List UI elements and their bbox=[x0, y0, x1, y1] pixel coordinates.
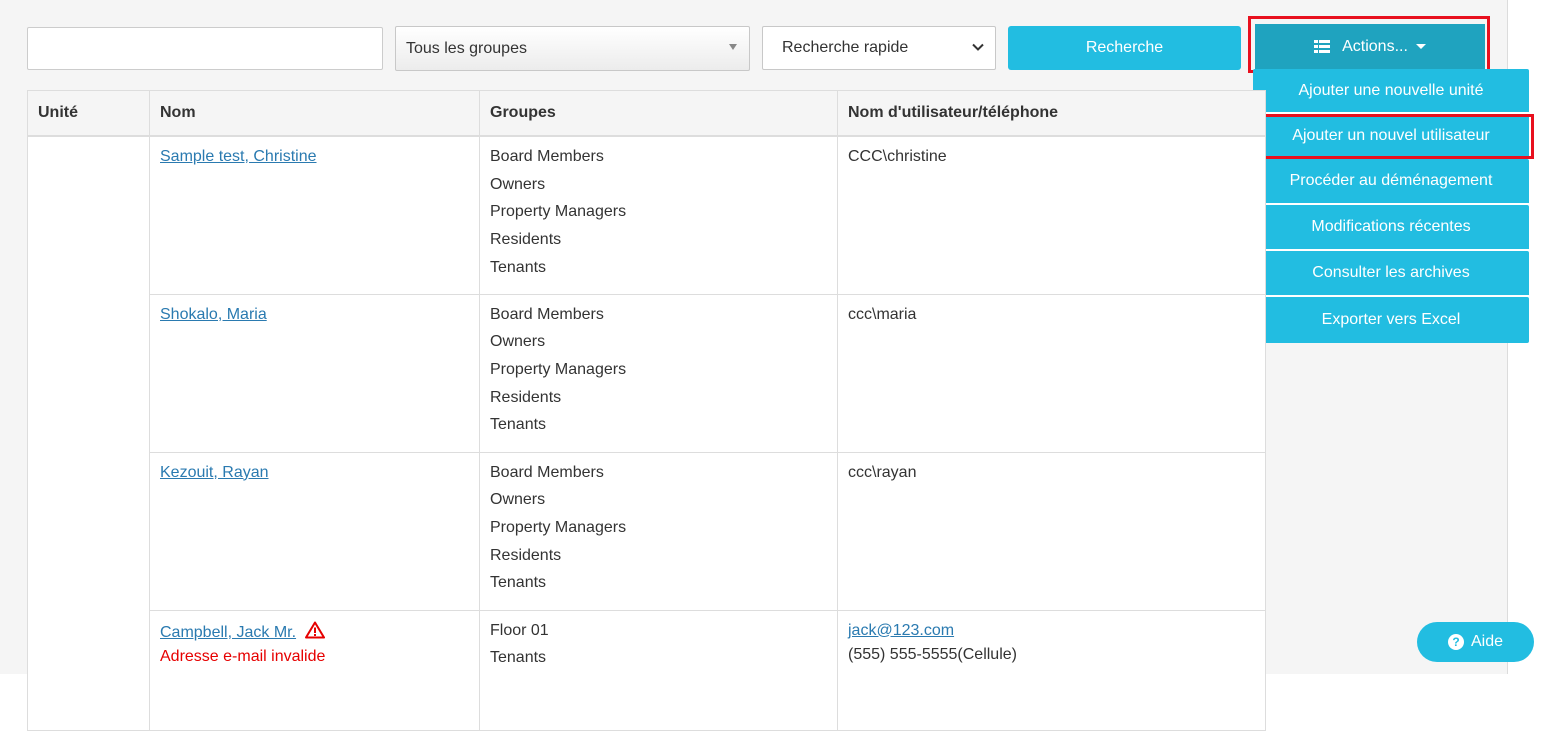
groups-cell: Board Members Owners Property Managers R… bbox=[479, 293, 838, 453]
table-row: Campbell, Jack Mr. Adresse e-mail invali… bbox=[28, 609, 1266, 731]
menu-item-recent-changes[interactable]: Modifications récentes bbox=[1253, 205, 1529, 251]
group-item: Tenants bbox=[490, 574, 547, 592]
search-input[interactable] bbox=[27, 27, 383, 70]
unit-cell bbox=[27, 135, 150, 731]
user-name-link[interactable]: Kezouit, Rayan bbox=[160, 464, 269, 481]
name-cell: Shokalo, Maria bbox=[149, 293, 480, 453]
header-name[interactable]: Nom bbox=[149, 90, 480, 137]
menu-item-archives[interactable]: Consulter les archives bbox=[1253, 251, 1529, 297]
groups-cell: Board Members Owners Property Managers R… bbox=[479, 135, 838, 295]
users-table: Unité Nom Groupes Nom d'utilisateur/télé… bbox=[27, 90, 1266, 731]
group-item: Board Members bbox=[490, 305, 604, 323]
email-link[interactable]: jack@123.com bbox=[848, 622, 954, 639]
username-cell: CCC\christine bbox=[837, 135, 1266, 295]
table-row: Shokalo, Maria Board Members Owners Prop… bbox=[28, 293, 1266, 453]
header-unit[interactable]: Unité bbox=[27, 90, 150, 137]
group-select-value: Tous les groupes bbox=[406, 39, 527, 57]
user-name-link[interactable]: Shokalo, Maria bbox=[160, 306, 267, 323]
question-icon: ? bbox=[1447, 634, 1464, 650]
group-item: Tenants bbox=[490, 649, 547, 667]
group-item: Tenants bbox=[490, 258, 547, 276]
group-item: Property Managers bbox=[490, 203, 627, 221]
groups-cell: Floor 01 Tenants bbox=[479, 609, 838, 731]
table-row: Kezouit, Rayan Board Members Owners Prop… bbox=[28, 451, 1266, 611]
group-item: Owners bbox=[490, 491, 546, 509]
group-select[interactable]: Tous les groupes bbox=[395, 26, 750, 71]
menu-item-export-excel[interactable]: Exporter vers Excel bbox=[1253, 297, 1529, 343]
username-cell: ccc\maria bbox=[837, 293, 1266, 453]
contact-cell: jack@123.com (555) 555-5555(Cellule) bbox=[837, 609, 1266, 731]
warning-icon bbox=[304, 621, 325, 638]
table-row: Sample test, Christine Board Members Own… bbox=[27, 135, 1266, 731]
table-header-row: Unité Nom Groupes Nom d'utilisateur/télé… bbox=[27, 90, 1266, 137]
group-item: Board Members bbox=[490, 148, 604, 165]
name-cell: Campbell, Jack Mr. Adresse e-mail invali… bbox=[149, 609, 480, 731]
group-item: Property Managers bbox=[490, 518, 627, 536]
group-item: Residents bbox=[490, 231, 562, 249]
name-cell: Sample test, Christine bbox=[149, 135, 480, 295]
menu-item-move[interactable]: Procéder au déménagement bbox=[1253, 159, 1529, 205]
highlight-box-actions bbox=[1248, 16, 1490, 73]
group-item: Property Managers bbox=[490, 360, 627, 378]
quick-search-value: Recherche rapide bbox=[782, 39, 909, 56]
name-cell: Kezouit, Rayan bbox=[149, 451, 480, 611]
group-item: Owners bbox=[490, 175, 546, 193]
group-item: Residents bbox=[490, 546, 562, 564]
group-item: Board Members bbox=[490, 463, 604, 481]
header-username[interactable]: Nom d'utilisateur/téléphone bbox=[837, 90, 1266, 137]
group-item: Floor 01 bbox=[490, 621, 549, 639]
group-item: Tenants bbox=[490, 416, 547, 434]
quick-search-select[interactable]: Recherche rapide bbox=[762, 26, 996, 70]
header-groups[interactable]: Groupes bbox=[479, 90, 838, 137]
dropdown-arrow-icon bbox=[729, 44, 737, 50]
chevron-down-icon bbox=[972, 43, 984, 51]
invalid-email-warning: Adresse e-mail invalide bbox=[160, 647, 326, 665]
groups-cell: Board Members Owners Property Managers R… bbox=[479, 451, 838, 611]
group-item: Owners bbox=[490, 333, 546, 351]
user-name-link[interactable]: Sample test, Christine bbox=[160, 148, 317, 165]
highlight-box-add-user bbox=[1250, 114, 1534, 159]
search-button[interactable]: Recherche bbox=[1008, 26, 1241, 70]
group-item: Residents bbox=[490, 388, 562, 406]
help-button[interactable]: ? Aide bbox=[1417, 622, 1534, 662]
phone-number: (555) 555-5555(Cellule) bbox=[848, 645, 1017, 663]
user-name-link[interactable]: Campbell, Jack Mr. bbox=[160, 624, 296, 641]
search-button-label: Recherche bbox=[1085, 39, 1164, 56]
menu-item-add-unit[interactable]: Ajouter une nouvelle unité bbox=[1253, 69, 1529, 114]
username-cell: ccc\rayan bbox=[837, 451, 1266, 611]
help-button-label: Aide bbox=[1470, 633, 1504, 650]
